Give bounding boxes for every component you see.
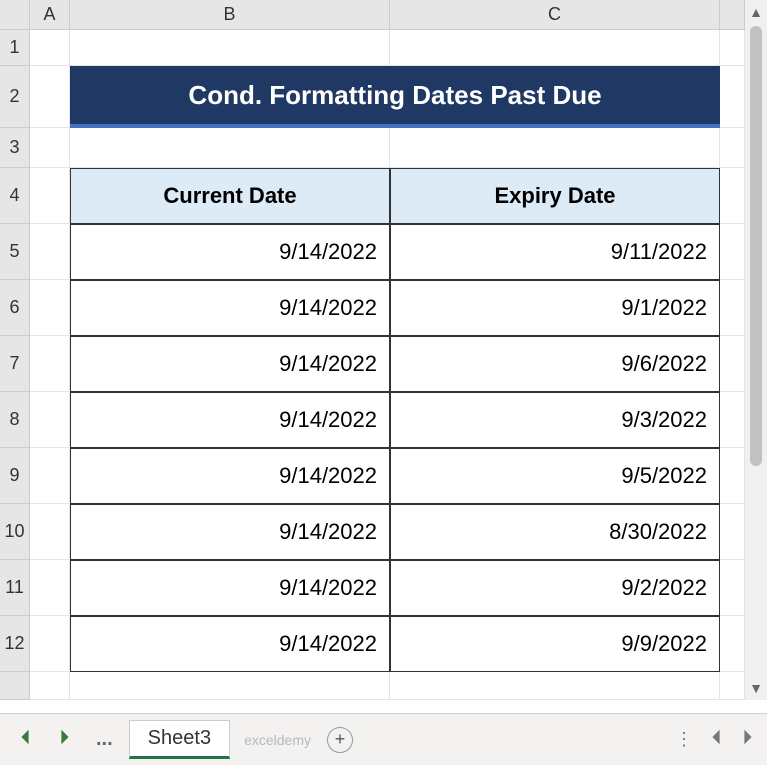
row-header-7[interactable]: 7 xyxy=(0,336,30,392)
hscroll-menu-icon[interactable]: ⋮ xyxy=(675,729,693,750)
table-cell[interactable]: 9/14/2022 xyxy=(70,504,390,560)
table-cell[interactable]: 8/30/2022 xyxy=(390,504,720,560)
row-header-9[interactable]: 9 xyxy=(0,448,30,504)
row-header-12[interactable]: 12 xyxy=(0,616,30,672)
sheet-tab-bar: ... Sheet3 exceldemy + ⋮ xyxy=(0,713,767,765)
cell-C1[interactable] xyxy=(390,30,720,66)
col-header-C[interactable]: C xyxy=(390,0,720,30)
col-header-A[interactable]: A xyxy=(30,0,70,30)
cell-A2[interactable] xyxy=(30,66,70,128)
table-header-expiry-date[interactable]: Expiry Date xyxy=(390,168,720,224)
table-cell[interactable]: 9/14/2022 xyxy=(70,224,390,280)
row-header-blank xyxy=(0,672,30,700)
table-cell[interactable]: 9/1/2022 xyxy=(390,280,720,336)
row-header-4[interactable]: 4 xyxy=(0,168,30,224)
table-cell[interactable]: 9/6/2022 xyxy=(390,336,720,392)
row-header-8[interactable]: 8 xyxy=(0,392,30,448)
row-header-3[interactable]: 3 xyxy=(0,128,30,168)
scroll-down-icon[interactable]: ▼ xyxy=(749,680,763,696)
prev-sheet-icon[interactable] xyxy=(10,728,40,752)
row-header-5[interactable]: 5 xyxy=(0,224,30,280)
scroll-up-icon[interactable]: ▲ xyxy=(749,4,763,20)
select-all-corner[interactable] xyxy=(0,0,30,30)
vertical-scrollbar[interactable]: ▲ ▼ xyxy=(745,0,767,700)
hscroll-left-icon[interactable] xyxy=(707,728,725,751)
sheet-tab-active[interactable]: Sheet3 xyxy=(129,720,230,759)
row-headers: 1 2 3 4 5 6 7 8 9 10 11 12 xyxy=(0,30,30,700)
table-cell[interactable]: 9/9/2022 xyxy=(390,616,720,672)
table-header-current-date[interactable]: Current Date xyxy=(70,168,390,224)
title-banner[interactable]: Cond. Formatting Dates Past Due xyxy=(70,66,720,128)
spreadsheet-grid[interactable]: Cond. Formatting Dates Past Due xyxy=(30,30,745,700)
add-sheet-button[interactable]: + xyxy=(327,727,353,753)
table-cell[interactable]: 9/14/2022 xyxy=(70,448,390,504)
sheet-overflow-menu[interactable]: ... xyxy=(90,728,119,751)
cell-C3[interactable] xyxy=(390,128,720,168)
row-header-2[interactable]: 2 xyxy=(0,66,30,128)
watermark-text: exceldemy xyxy=(244,732,311,748)
col-header-B[interactable]: B xyxy=(70,0,390,30)
table-cell[interactable]: 9/2/2022 xyxy=(390,560,720,616)
row-header-1[interactable]: 1 xyxy=(0,30,30,66)
table-cell[interactable]: 9/14/2022 xyxy=(70,280,390,336)
hscroll-right-icon[interactable] xyxy=(739,728,757,751)
cell-B1[interactable] xyxy=(70,30,390,66)
scroll-track[interactable] xyxy=(745,20,767,680)
row-header-6[interactable]: 6 xyxy=(0,280,30,336)
table-cell[interactable]: 9/11/2022 xyxy=(390,224,720,280)
table-cell[interactable]: 9/5/2022 xyxy=(390,448,720,504)
cell-B3[interactable] xyxy=(70,128,390,168)
row-header-11[interactable]: 11 xyxy=(0,560,30,616)
scroll-thumb[interactable] xyxy=(750,26,762,466)
cell-A1[interactable] xyxy=(30,30,70,66)
row-header-10[interactable]: 10 xyxy=(0,504,30,560)
title-text: Cond. Formatting Dates Past Due xyxy=(70,66,720,128)
table-cell[interactable]: 9/14/2022 xyxy=(70,616,390,672)
table-cell[interactable]: 9/3/2022 xyxy=(390,392,720,448)
column-headers: A B C xyxy=(30,0,745,30)
table-cell[interactable]: 9/14/2022 xyxy=(70,392,390,448)
table-cell[interactable]: 9/14/2022 xyxy=(70,336,390,392)
next-sheet-icon[interactable] xyxy=(50,728,80,752)
col-header-blank xyxy=(720,0,745,30)
table-cell[interactable]: 9/14/2022 xyxy=(70,560,390,616)
